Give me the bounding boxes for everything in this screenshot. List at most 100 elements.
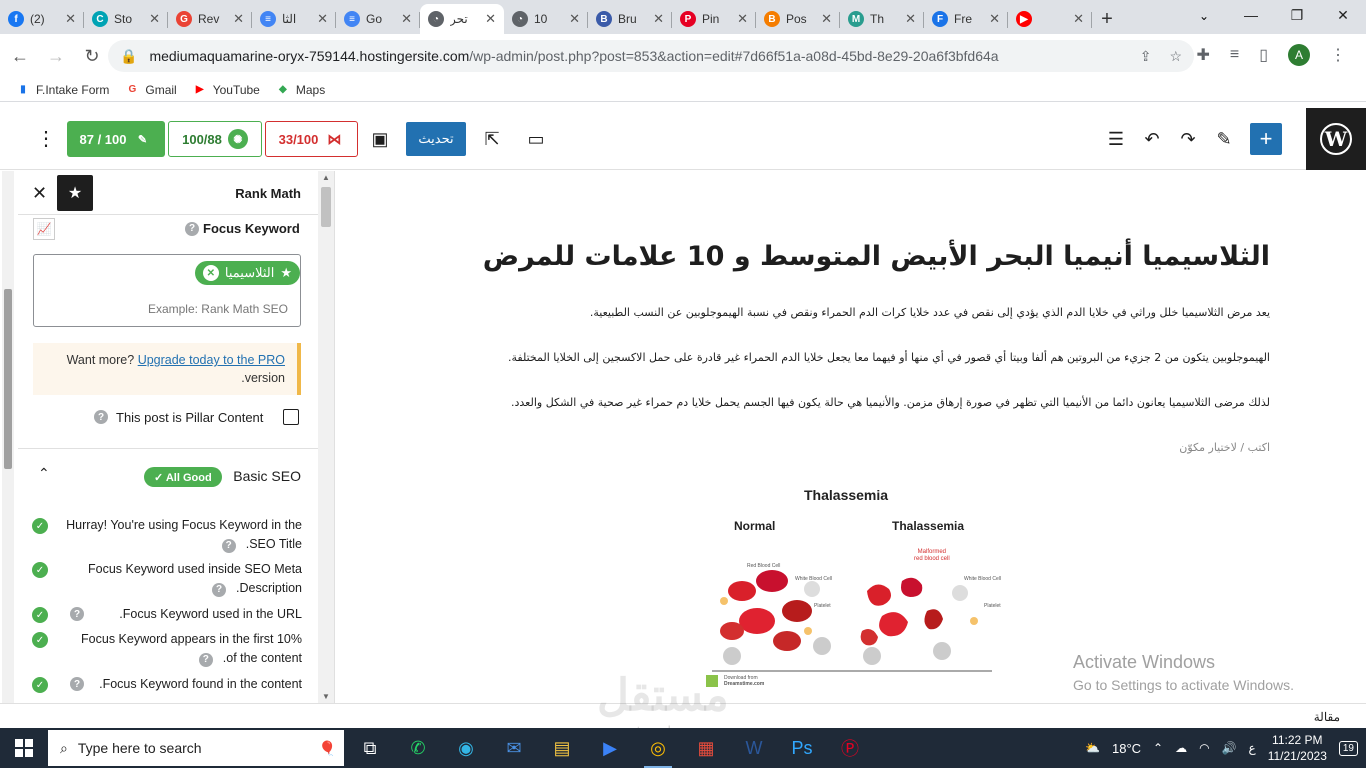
browser-tab[interactable]: ▶ ✕ <box>1008 4 1092 34</box>
browser-tab[interactable]: ◔ 10 ✕ <box>504 4 588 34</box>
browser-tab[interactable]: B Bru ✕ <box>588 4 672 34</box>
sidepanel-icon[interactable]: ▯ <box>1259 45 1268 65</box>
notifications-badge[interactable]: 19 <box>1338 740 1358 756</box>
sidebar-scrollbar-left[interactable] <box>2 171 14 703</box>
chrome-icon[interactable]: ◎ <box>634 728 682 768</box>
task-view-icon[interactable]: ⧉ <box>346 728 394 768</box>
help-icon[interactable]: ? <box>70 607 84 621</box>
close-tab-icon[interactable]: ✕ <box>233 11 244 27</box>
close-tab-icon[interactable]: ✕ <box>401 11 412 27</box>
profile-avatar[interactable]: A <box>1288 44 1310 66</box>
language-indicator[interactable]: ع <box>1249 741 1256 755</box>
block-breadcrumb[interactable]: مقالة <box>1314 710 1340 724</box>
menu-kebab-icon[interactable]: ⋮ <box>1330 45 1346 65</box>
wifi-icon[interactable]: ◠ <box>1199 741 1209 755</box>
paragraph-1[interactable]: يعد مرض الثلاسيميا خلل وراثي في خلايا ال… <box>590 306 1270 319</box>
sidebar-toggle-icon[interactable]: ▣ <box>368 127 392 151</box>
chevron-up-icon[interactable]: ⌃ <box>1153 741 1163 755</box>
help-icon[interactable]: ? <box>212 582 226 597</box>
word-icon[interactable]: W <box>730 728 778 768</box>
clock[interactable]: 11:22 PM 11/21/2023 <box>1268 732 1327 764</box>
view-post-icon[interactable]: ⇱ <box>480 127 504 151</box>
scrollbar-thumb[interactable] <box>321 187 331 227</box>
volume-icon[interactable]: 🔊 <box>1222 741 1237 755</box>
forward-button[interactable]: → <box>40 40 72 72</box>
mail-icon[interactable]: ✉ <box>490 728 538 768</box>
taskbar-search[interactable]: ⌕ Type here to search 🎈 <box>48 730 344 766</box>
paragraph-3[interactable]: لذلك مرضى الثلاسيميا يعانون دائما من الأ… <box>511 396 1270 409</box>
close-icon[interactable]: ✕ <box>32 183 47 204</box>
weather-icon[interactable]: ⛅ <box>1085 741 1100 755</box>
new-tab-button[interactable]: + <box>1092 4 1122 34</box>
document-overview-icon[interactable]: ☰ <box>1104 127 1128 151</box>
whatsapp-icon[interactable]: ✆ <box>394 728 442 768</box>
close-tab-icon[interactable]: ✕ <box>737 11 748 27</box>
reload-button[interactable]: ↻ <box>76 40 108 72</box>
bookmark-star-icon[interactable]: ☆ <box>1169 48 1182 65</box>
file-explorer-icon[interactable]: ▤ <box>538 728 586 768</box>
undo-icon[interactable]: ↶ <box>1140 127 1164 151</box>
browser-tab[interactable]: M Th ✕ <box>840 4 924 34</box>
help-icon[interactable]: ? <box>198 652 213 667</box>
close-tab-icon[interactable]: ✕ <box>65 11 76 27</box>
close-tab-icon[interactable]: ✕ <box>821 11 832 27</box>
preview-icon[interactable]: ▭ <box>524 127 548 151</box>
close-tab-icon[interactable]: ✕ <box>149 11 160 27</box>
chevron-up-icon[interactable]: ⌃ <box>38 465 50 482</box>
browser-tab[interactable]: G Rev ✕ <box>168 4 252 34</box>
block-inserter-button[interactable]: + <box>1250 123 1282 155</box>
scroll-down-icon[interactable]: ▼ <box>322 692 330 701</box>
scrollbar-thumb[interactable] <box>4 289 12 469</box>
thalassemia-image[interactable]: Thalassemia Normal Thalassemia Red Blood… <box>702 481 1002 703</box>
update-button[interactable]: تحديث <box>406 122 466 156</box>
bookmark-item[interactable]: ◆ Maps <box>276 83 325 97</box>
extensions-icon[interactable]: ✚ <box>1196 45 1209 65</box>
close-tab-icon[interactable]: ✕ <box>485 11 496 27</box>
browser-tab[interactable]: ≡ Go ✕ <box>336 4 420 34</box>
close-window-icon[interactable]: ✕ <box>1320 0 1366 30</box>
redo-icon[interactable]: ↷ <box>1176 127 1200 151</box>
address-bar[interactable]: 🔒 mediumaquamarine-oryx-759144.hostinger… <box>108 40 1194 72</box>
network-icon[interactable]: ☁ <box>1175 741 1187 755</box>
sidebar-scrollbar[interactable]: ▲ ▼ <box>318 171 334 703</box>
close-tab-icon[interactable]: ✕ <box>905 11 916 27</box>
upgrade-link[interactable]: Upgrade today to the PRO <box>138 353 285 367</box>
focus-keyword-input[interactable]: ✕ الثلاسيميا ★ Example: Rank Math SEO <box>33 254 301 327</box>
options-kebab-icon[interactable]: ⋮ <box>36 126 56 151</box>
browser-tab[interactable]: B Pos ✕ <box>756 4 840 34</box>
tools-pencil-icon[interactable]: ✎ <box>1212 127 1236 151</box>
post-title[interactable]: الثلاسيميا أنيميا البحر الأبيض المتوسط و… <box>483 241 1270 272</box>
temperature[interactable]: 18°C <box>1112 741 1141 756</box>
close-tab-icon[interactable]: ✕ <box>1073 11 1084 27</box>
close-tab-icon[interactable]: ✕ <box>569 11 580 27</box>
content-score-button[interactable]: 33/100 ⋈ <box>265 121 358 157</box>
close-tab-icon[interactable]: ✕ <box>989 11 1000 27</box>
media-icon[interactable]: ≡ <box>1230 46 1239 64</box>
browser-tab[interactable]: f (2) ✕ <box>0 4 84 34</box>
help-icon[interactable]: ? <box>221 538 236 553</box>
minimize-icon[interactable]: — <box>1228 0 1274 30</box>
bookmark-item[interactable]: G Gmail <box>125 83 176 97</box>
maximize-icon[interactable]: ❐ <box>1274 0 1320 30</box>
star-icon[interactable]: ★ <box>57 175 93 211</box>
share-icon[interactable]: ⇪ <box>1140 48 1152 65</box>
browser-tab[interactable]: ≡ الثا ✕ <box>252 4 336 34</box>
rankmath-score-button[interactable]: 87 / 100 ✎ <box>67 121 165 157</box>
close-tab-icon[interactable]: ✕ <box>317 11 328 27</box>
block-placeholder[interactable]: اكتب / لاختيار مكوّن <box>1179 441 1270 454</box>
basic-seo-header[interactable]: ⌃ ✓ All Good Basic SEO <box>18 461 318 491</box>
photoshop-icon[interactable]: Ps <box>778 728 826 768</box>
pillar-checkbox[interactable] <box>283 409 300 425</box>
close-tab-icon[interactable]: ✕ <box>653 11 664 27</box>
scroll-up-icon[interactable]: ▲ <box>322 173 330 182</box>
browser-tab[interactable]: P Pin ✕ <box>672 4 756 34</box>
browser-tab[interactable]: F Fre ✕ <box>924 4 1008 34</box>
back-button[interactable]: ← <box>4 40 36 72</box>
wordpress-logo[interactable]: W <box>1306 108 1366 170</box>
keyword-chip[interactable]: ✕ الثلاسيميا ★ <box>194 261 300 285</box>
readability-score-button[interactable]: 100/88 ✺ <box>168 121 262 157</box>
start-button[interactable] <box>0 728 48 768</box>
browser-tab[interactable]: ◔ تحر ✕ <box>420 4 504 34</box>
trends-icon[interactable]: 📈 <box>33 218 55 240</box>
browser-tab[interactable]: C Sto ✕ <box>84 4 168 34</box>
